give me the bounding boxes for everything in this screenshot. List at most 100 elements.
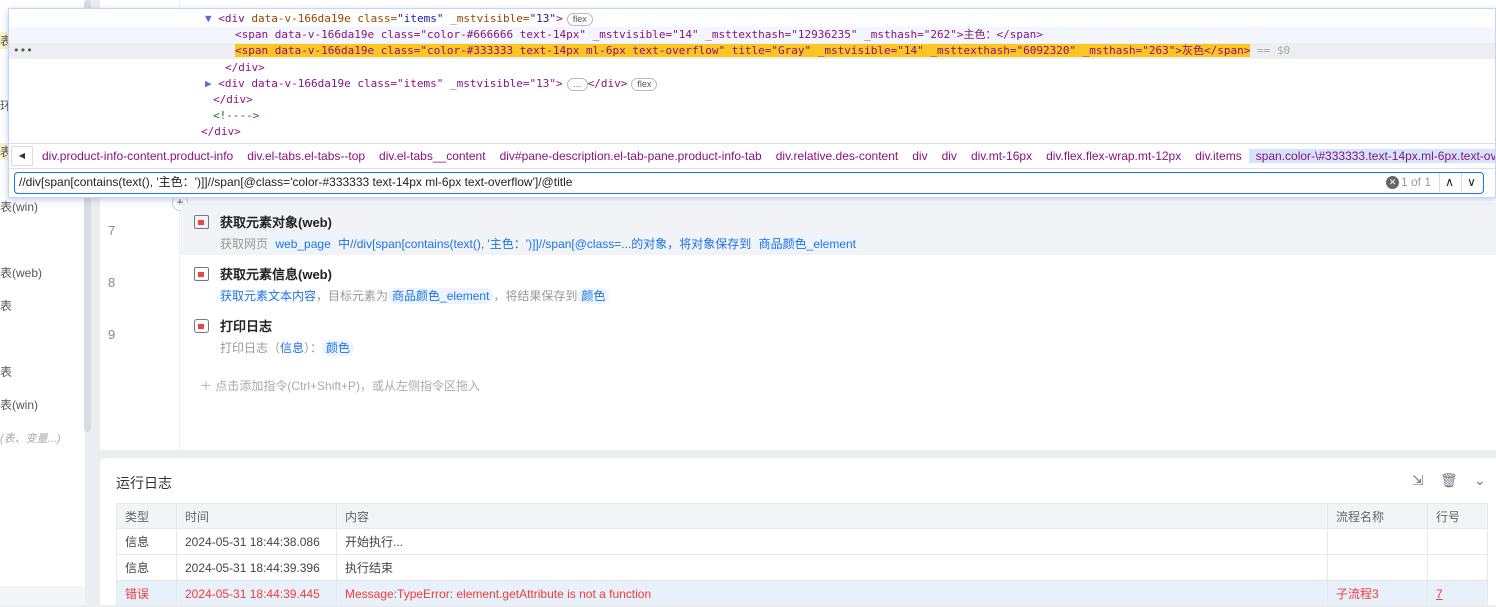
attr: class= [357, 12, 398, 25]
column-header: 内容 [336, 503, 1328, 529]
breadcrumb-item[interactable]: div.el-tabs__content [372, 149, 493, 163]
cell: 2024-05-31 18:44:39.396 [176, 554, 337, 581]
run-log-panel: 运行日志 ⇲ 🗑 ⌄ 类型 时间 内容 流程名称 行号 信息 2024-05-31 18:… [100, 458, 1496, 607]
dom-node[interactable]: <span data-v-166da19e class="color-#6666… [9, 27, 1495, 43]
step-desc: 获取网页 [220, 237, 269, 251]
step-desc: ）： [304, 341, 323, 355]
step-desc: ，将结果保存到 [493, 289, 578, 303]
line-link[interactable]: 7 [1427, 580, 1488, 607]
next-match-icon[interactable]: ∨ [1461, 173, 1481, 192]
clear-search-icon[interactable]: ✕ [1386, 176, 1399, 189]
variable-tag: web_page [271, 236, 335, 252]
log-title: 运行日志 [116, 475, 172, 491]
dom-node[interactable]: </div> [9, 92, 1495, 108]
trash-icon[interactable]: 🗑 [1440, 472, 1458, 489]
more-icon[interactable]: ••• [13, 43, 33, 59]
match-count: 1 of 1 [1400, 175, 1431, 189]
dom-node-selected[interactable]: ••• <span data-v-166da19e class="color-#3… [9, 43, 1495, 59]
attr-value: "items" [397, 12, 451, 25]
step-desc: 打印日志（ [220, 341, 281, 355]
cell [1327, 528, 1428, 555]
web-element-icon [194, 215, 209, 229]
add-command-hint[interactable]: ＋ 点击添加指令(Ctrl+Shift+P)，或从左侧指令区拖入 [200, 377, 480, 394]
previous-match-icon[interactable]: ∧ [1439, 173, 1459, 192]
breadcrumb-item[interactable]: div.mt-16px [964, 149, 1039, 163]
cell: Message:TypeError: element.getAttribute … [336, 580, 1328, 607]
column-header: 时间 [176, 503, 337, 529]
log-table: 类型 时间 内容 流程名称 行号 信息 2024-05-31 18:44:38.086 开始… [116, 503, 1488, 607]
node-text: <span data-v-166da19e class="color-#3333… [235, 44, 1251, 57]
cell: 执行结束 [336, 554, 1328, 581]
variable-tag: 商品颜色_element [754, 236, 861, 252]
breadcrumb-item[interactable]: div#pane-description.el-tab-pane.product… [493, 149, 769, 163]
variable-tag: 颜色 [322, 340, 355, 356]
chevron-down-icon[interactable]: ⌄ [1474, 472, 1486, 489]
search-value: //div[span[contains(text(), '主色：')]]//sp… [19, 175, 573, 189]
line-number: 8 [108, 275, 116, 290]
cell: 2024-05-31 18:44:38.086 [176, 528, 337, 555]
breadcrumb-item[interactable]: div.flex.flex-wrap.mt-12px [1039, 149, 1188, 163]
breadcrumb-item[interactable]: div.product-info-content.product-info [35, 149, 240, 163]
step-desc: ，目标元素为 [316, 289, 389, 303]
cell [1427, 528, 1488, 555]
breadcrumb: ◀ div.product-info-content.product-info d… [9, 143, 1495, 169]
column-header: 流程名称 [1327, 503, 1428, 529]
breadcrumb-item[interactable]: div [905, 149, 934, 163]
step-desc-xpath: 中//div[span[contains(text(), '主色：')]]//s… [338, 237, 752, 251]
export-log-icon[interactable]: ⇲ [1412, 472, 1424, 489]
web-info-icon [194, 267, 209, 281]
breadcrumb-item[interactable]: div.items [1188, 149, 1248, 163]
sidebar-item[interactable]: 表(web) [0, 264, 42, 281]
attr: data-v-166da19e [251, 12, 358, 25]
node-text: </div> [225, 61, 265, 74]
add-command-label: 点击添加指令(Ctrl+Shift+P)，或从左侧指令区拖入 [215, 379, 481, 393]
sidebar-item[interactable]: 表(win) [0, 396, 38, 413]
console-ref: == $0 [1257, 44, 1291, 57]
node-text: <div data-v-166da19e class="items" _mstv… [218, 77, 563, 90]
step-get-element-info[interactable]: 获取元素信息(web) 获取元素文本内容，目标元素为 商品颜色_element ，将… [180, 255, 1496, 307]
dom-search-input[interactable]: //div[span[contains(text(), '主色：')]]//sp… [14, 172, 1484, 194]
tag: > [556, 12, 563, 25]
node-text: </div> [201, 125, 241, 138]
cell: 开始执行... [336, 528, 1328, 555]
flow-name-cell: 子流程3 [1327, 580, 1428, 607]
table-row-error[interactable]: 错误 2024-05-31 18:44:39.445 Message:TypeErr… [116, 580, 1488, 607]
dom-node[interactable]: ▶ <div data-v-166da19e class="items" _ms… [9, 76, 1495, 92]
attr: _mstvisible= [450, 12, 530, 25]
breadcrumb-item[interactable]: div.el-tabs.el-tabs--top [240, 149, 372, 163]
step-print-log[interactable]: 打印日志 打印日志（信息）： 颜色 [180, 307, 1496, 359]
step-get-element-object[interactable]: 获取元素对象(web) 获取网页 web_page 中//div[span[co… [180, 203, 1496, 255]
sidebar-item[interactable]: 表 [0, 363, 12, 380]
step-title: 获取元素对象(web) [220, 215, 332, 230]
sidebar-search-hint: (表、变量...) [0, 433, 61, 445]
tag: <div [218, 12, 252, 25]
line-number: 7 [108, 223, 116, 238]
variable-tag: 商品颜色_element [388, 288, 494, 304]
cell: 2024-05-31 18:44:39.445 [176, 580, 337, 607]
dom-node[interactable]: <!----> [9, 108, 1495, 124]
table-row[interactable]: 信息 2024-05-31 18:44:39.396 执行结束 [116, 554, 1488, 581]
scroll-left-button[interactable]: ◀ [11, 146, 33, 166]
cell: 信息 [116, 554, 177, 581]
dom-node[interactable]: </div> [9, 60, 1495, 76]
cell [1427, 554, 1488, 581]
flex-badge[interactable]: flex [631, 78, 658, 91]
sidebar-item[interactable]: 表 [0, 297, 12, 314]
breadcrumb-item[interactable]: div [935, 149, 964, 163]
breadcrumb-item[interactable]: div.relative.des-content [769, 149, 906, 163]
column-header: 类型 [116, 503, 177, 529]
dom-node[interactable]: ▼ <div data-v-166da19e class="items" _ms… [9, 11, 1495, 27]
devtools-elements-panel: ▼ <div data-v-166da19e class="items" _ms… [8, 8, 1496, 198]
breadcrumb-item-current[interactable]: span.color-\#333333.text-14px.ml-6px.tex… [1248, 149, 1495, 163]
node-text: </div> [587, 77, 628, 90]
flex-badge[interactable]: flex [566, 13, 593, 26]
cell: 错误 [116, 580, 177, 607]
variable-tag: 颜色 [577, 288, 610, 304]
step-desc: 获取元素文本内容 [220, 289, 317, 303]
sidebar-item[interactable]: 表(win) [0, 198, 38, 215]
step-title: 打印日志 [220, 319, 273, 334]
table-row[interactable]: 信息 2024-05-31 18:44:38.086 开始执行... [116, 528, 1488, 555]
column-header: 行号 [1427, 503, 1488, 529]
dom-node[interactable]: </div> [9, 124, 1495, 140]
cell: 信息 [116, 528, 177, 555]
